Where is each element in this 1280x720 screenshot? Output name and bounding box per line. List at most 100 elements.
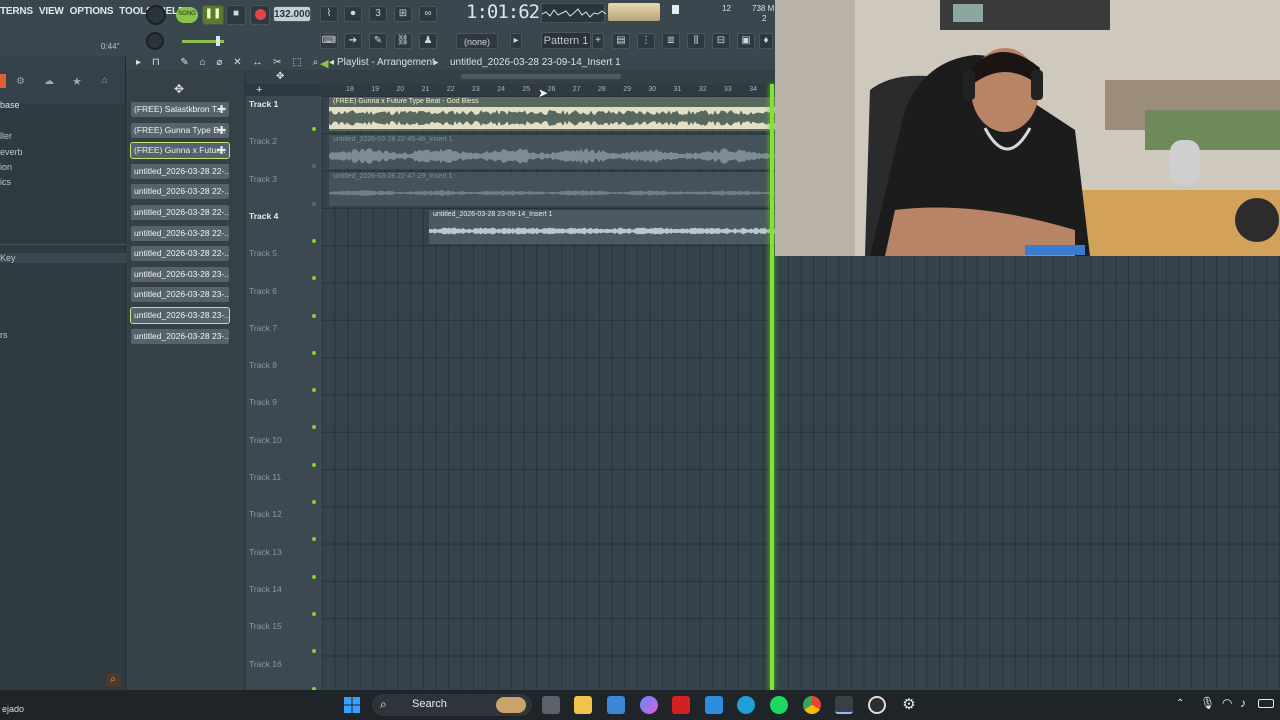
spotify-icon[interactable]: [770, 696, 788, 714]
browser-item-database[interactable]: base: [0, 100, 20, 110]
paint-tool-icon[interactable]: ⌂: [200, 57, 210, 68]
menu-patterns[interactable]: TERNS: [0, 6, 33, 17]
pattern-play-icon[interactable]: ▸: [510, 33, 522, 49]
add-clip-icon[interactable]: ✥: [174, 82, 184, 96]
add-pattern-icon[interactable]: +: [592, 33, 604, 49]
wifi-icon[interactable]: ◠: [1222, 696, 1232, 710]
tray-chevron-icon[interactable]: ⌃: [1176, 698, 1184, 709]
browser-settings-icon[interactable]: ⚙: [16, 76, 25, 87]
playlist-nav-arrow-icon[interactable]: ◀: [320, 57, 328, 70]
clip-source-item[interactable]: untitled_2026-03-28 22-...: [131, 184, 229, 200]
task-view-icon[interactable]: [542, 696, 560, 714]
browser-item-rs[interactable]: rs: [0, 330, 8, 340]
track-mute-led[interactable]: [312, 388, 316, 393]
taskbar-search[interactable]: ⌕ Search: [372, 694, 532, 716]
wait-input-icon[interactable]: ⏺: [344, 6, 362, 22]
cpu-dial-icon[interactable]: [146, 5, 166, 25]
song-mode-toggle[interactable]: SONG: [176, 7, 198, 23]
track-label[interactable]: Track 16: [249, 659, 282, 669]
xcode-icon[interactable]: [705, 696, 723, 714]
playhead-marker[interactable]: [770, 84, 774, 690]
audio-clip-track4[interactable]: untitled_2026-03-28 23-09-14_Insert 1: [429, 210, 775, 244]
clip-source-item[interactable]: untitled_2026-03-28 22-...: [131, 246, 229, 262]
browser-item-ics[interactable]: ics: [0, 177, 11, 187]
browser-tag-icon[interactable]: ⌂: [102, 75, 108, 86]
track-label[interactable]: Track 15: [249, 621, 282, 631]
fl-studio-icon[interactable]: [835, 696, 853, 714]
volume-icon[interactable]: ♪: [1240, 696, 1246, 710]
track-label[interactable]: Track 2: [249, 136, 277, 146]
track-label[interactable]: Track 10: [249, 435, 282, 445]
tuner-icon[interactable]: ♦: [759, 33, 773, 49]
browser-back-icon[interactable]: [0, 74, 6, 88]
track-label[interactable]: Track 8: [249, 360, 277, 370]
clip-source-item[interactable]: untitled_2026-03-28 23-...: [131, 287, 229, 303]
track-label[interactable]: Track 13: [249, 547, 282, 557]
select-tool-icon[interactable]: ⬚: [292, 57, 305, 68]
pattern-none-selector[interactable]: (none): [456, 33, 498, 49]
track-mute-led[interactable]: [312, 537, 316, 542]
audio-clip-track1[interactable]: (FREE) Gunna x Future Type Beat - God Bl…: [329, 97, 775, 131]
track-label[interactable]: Track 12: [249, 509, 282, 519]
keyboard-icon[interactable]: ⌨: [320, 33, 338, 49]
microphone-icon[interactable]: 🎙: [1200, 696, 1215, 710]
playlist-icon[interactable]: ▤: [612, 33, 630, 49]
countdown-icon[interactable]: 3: [369, 6, 387, 22]
track-label[interactable]: Track 11: [249, 472, 281, 482]
start-menu-icon[interactable]: [343, 696, 361, 714]
file-explorer-icon[interactable]: [574, 696, 592, 714]
track-label[interactable]: Track 1: [249, 99, 278, 109]
store-icon[interactable]: [607, 696, 625, 714]
track-mute-led[interactable]: [312, 350, 316, 355]
master-volume-knob[interactable]: [216, 36, 220, 46]
link-icon[interactable]: ⛓: [394, 33, 412, 49]
browser-search-icon[interactable]: ⌕: [106, 673, 120, 687]
stop-button[interactable]: ■: [226, 5, 246, 25]
clip-source-item[interactable]: untitled_2026-03-28 22-...: [131, 225, 229, 241]
browser-icon[interactable]: ▣: [737, 33, 755, 49]
plugin-icon[interactable]: ⊟: [712, 33, 730, 49]
clip-source-item[interactable]: untitled_2026-03-28 23-...: [130, 307, 230, 324]
browser-item-key[interactable]: Key: [0, 253, 126, 263]
track-mute-led[interactable]: [312, 462, 316, 467]
delete-tool-icon[interactable]: ⌀: [216, 57, 226, 68]
clip-source-item[interactable]: (FREE) Gunna Type B...: [131, 122, 229, 138]
clip-source-item[interactable]: untitled_2026-03-28 22-...: [131, 205, 229, 220]
add-to-playlist-icon[interactable]: ✚: [217, 103, 226, 116]
track-label[interactable]: Track 4: [249, 211, 278, 221]
track-mute-led[interactable]: [312, 649, 316, 654]
add-track-icon[interactable]: +: [256, 84, 262, 96]
pattern-selector[interactable]: Pattern 1: [541, 32, 591, 49]
menu-view[interactable]: VIEW: [39, 6, 64, 17]
magnet-icon[interactable]: ⊓: [152, 57, 164, 68]
clip-source-item[interactable]: untitled_2026-03-28 23-...: [131, 328, 229, 344]
track-mute-led[interactable]: [312, 500, 316, 504]
track-mute-led[interactable]: [312, 127, 316, 131]
channel-rack-icon[interactable]: ≣: [662, 33, 680, 49]
track-mute-led[interactable]: [312, 313, 316, 318]
add-to-playlist-icon[interactable]: ✚: [217, 124, 226, 137]
mixer-icon[interactable]: ⫼: [687, 33, 705, 49]
pencil-icon[interactable]: ✎: [369, 33, 387, 49]
battery-icon[interactable]: [1258, 699, 1274, 708]
clip-source-item[interactable]: (FREE) Salastkbron T...: [131, 102, 229, 117]
track-mute-led[interactable]: [312, 425, 316, 430]
tempo-display[interactable]: 132.000: [273, 6, 311, 22]
loop-record-icon[interactable]: ∞: [419, 6, 437, 22]
play-pause-button[interactable]: ❚❚: [202, 5, 224, 25]
pitch-knob-icon[interactable]: [146, 32, 164, 50]
track-mute-led[interactable]: [312, 238, 316, 243]
track-label[interactable]: Track 3: [249, 174, 277, 184]
lastpass-icon[interactable]: [672, 696, 690, 714]
track-label[interactable]: Track 6: [249, 286, 277, 296]
copilot-icon[interactable]: [640, 696, 658, 714]
browser-item-ion[interactable]: ion: [0, 162, 12, 172]
track-mute-led[interactable]: [312, 164, 316, 169]
arrow-right-icon[interactable]: ➔: [344, 33, 362, 49]
metronome-icon[interactable]: ⌇: [320, 6, 338, 22]
slip-tool-icon[interactable]: ↔: [252, 57, 266, 68]
edge-icon[interactable]: [737, 696, 755, 714]
scroll-arrows-icon[interactable]: ✥: [276, 71, 284, 82]
timeline-ruler[interactable]: 18 19 20 21 22 23 24 25 26 27 28 29 30 31 32 33 34: [322, 84, 775, 96]
track-mute-led[interactable]: [312, 611, 316, 616]
